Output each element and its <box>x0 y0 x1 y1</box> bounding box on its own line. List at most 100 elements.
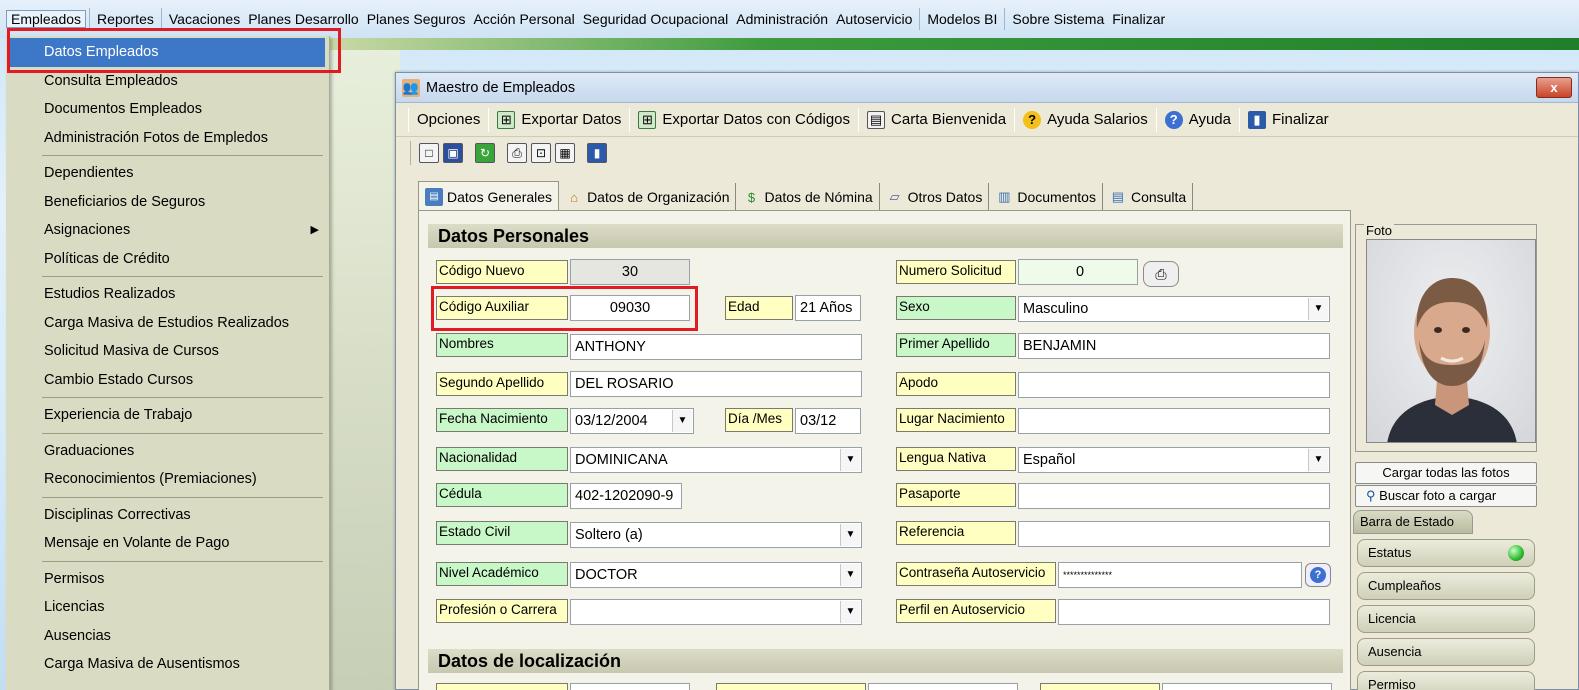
barra-estado-tab[interactable]: Barra de Estado <box>1353 510 1473 534</box>
pasaporte-field[interactable] <box>1018 483 1330 509</box>
field-partial[interactable] <box>868 683 1018 690</box>
chevron-down-icon[interactable]: ▼ <box>1308 298 1328 320</box>
close-button[interactable]: x <box>1536 77 1572 98</box>
menu-modelos-bi[interactable]: Modelos BI <box>923 11 1001 27</box>
dia-mes-field[interactable]: 03/12 <box>795 408 861 434</box>
status-ausencia[interactable]: Ausencia <box>1357 638 1535 666</box>
menu-planes-desarrollo[interactable]: Planes Desarrollo <box>244 11 363 27</box>
status-cumpleanos[interactable]: Cumpleaños <box>1357 572 1535 600</box>
menu-item-reconocimientos[interactable]: Reconocimientos (Premiaciones) <box>6 465 329 494</box>
menu-seguridad-ocupacional[interactable]: Seguridad Ocupacional <box>579 11 733 27</box>
profesion-select[interactable]: ▼ <box>570 599 862 625</box>
estado-civil-select[interactable]: Soltero (a) ▼ <box>570 522 862 548</box>
sexo-select[interactable]: Masculino ▼ <box>1018 296 1330 322</box>
menu-item-politicas-credito[interactable]: Políticas de Crédito <box>6 245 329 274</box>
foto-label: Foto <box>1364 223 1395 238</box>
chevron-down-icon[interactable]: ▼ <box>1308 449 1328 471</box>
label-contrasena-autoservicio: Contraseña Autoservicio <box>896 562 1056 586</box>
numero-solicitud-field[interactable]: 0 <box>1018 259 1138 285</box>
exportar-datos-button[interactable]: ⊞ Exportar Datos <box>489 110 629 129</box>
nacionalidad-select[interactable]: DOMINICANA ▼ <box>570 447 862 473</box>
primer-apellido-field[interactable]: BENJAMIN <box>1018 333 1330 359</box>
menu-item-experiencia-trabajo[interactable]: Experiencia de Trabajo <box>6 401 329 430</box>
menu-item-dependientes[interactable]: Dependientes <box>6 159 329 188</box>
status-permiso[interactable]: Permiso <box>1357 671 1535 690</box>
print-preview-icon[interactable]: ⊡ <box>531 143 551 163</box>
referencia-field[interactable] <box>1018 521 1330 547</box>
perfil-autoservicio-field[interactable] <box>1058 599 1330 625</box>
status-licencia[interactable]: Licencia <box>1357 605 1535 633</box>
chevron-down-icon[interactable]: ▼ <box>840 564 860 586</box>
tab-datos-organizacion[interactable]: ⌂ Datos de Organización <box>559 183 737 211</box>
new-document-icon[interactable]: □ <box>419 143 439 163</box>
finalizar-button[interactable]: ▮ Finalizar <box>1240 110 1337 129</box>
tab-documentos[interactable]: ▥ Documentos <box>989 183 1103 211</box>
menu-item-mensaje-volante[interactable]: Mensaje en Volante de Pago <box>6 529 329 558</box>
codigo-nuevo-field[interactable]: 30 <box>570 259 690 285</box>
tab-datos-nomina[interactable]: $ Datos de Nómina <box>736 183 880 211</box>
chevron-down-icon[interactable]: ▼ <box>840 449 860 471</box>
chevron-down-icon[interactable]: ▼ <box>840 524 860 546</box>
cedula-field[interactable]: 402-1202090-9 <box>570 483 682 509</box>
password-help-button[interactable]: ? <box>1305 563 1331 587</box>
tab-consulta[interactable]: ▤ Consulta <box>1103 183 1194 211</box>
print-button[interactable]: ⎙ <box>1143 261 1179 287</box>
menu-autoservicio[interactable]: Autoservicio <box>832 11 916 27</box>
menu-item-disciplinas-correctivas[interactable]: Disciplinas Correctivas <box>6 501 329 530</box>
sexo-value: Masculino <box>1023 301 1089 317</box>
menu-item-ausencias[interactable]: Ausencias <box>6 622 329 651</box>
binoculars-icon: ⚲ <box>1366 488 1376 503</box>
menu-item-carga-masiva-estudios[interactable]: Carga Masiva de Estudios Realizados <box>6 309 329 338</box>
carta-bienvenida-button[interactable]: ▤ Carta Bienvenida <box>859 110 1014 129</box>
nombres-field[interactable]: ANTHONY <box>570 334 862 360</box>
opciones-button[interactable]: Opciones <box>409 111 488 128</box>
menu-item-estudios-realizados[interactable]: Estudios Realizados <box>6 280 329 309</box>
save-icon[interactable]: ▣ <box>443 143 463 163</box>
menu-finalizar[interactable]: Finalizar <box>1108 11 1169 27</box>
tab-otros-datos[interactable]: ▱ Otros Datos <box>880 183 990 211</box>
menu-item-solicitud-masiva-cursos[interactable]: Solicitud Masiva de Cursos <box>6 337 329 366</box>
tab-datos-generales[interactable]: ▤ Datos Generales <box>418 181 560 211</box>
ayuda-salarios-button[interactable]: ? Ayuda Salarios <box>1015 110 1156 129</box>
segundo-apellido-field[interactable]: DEL ROSARIO <box>570 371 862 397</box>
menu-empleados[interactable]: Empleados <box>6 10 87 28</box>
menu-accion-personal[interactable]: Acción Personal <box>470 11 579 27</box>
field-partial[interactable] <box>1162 683 1332 690</box>
apodo-field[interactable] <box>1018 372 1330 398</box>
edad-field[interactable]: 21 Años <box>795 295 861 321</box>
menu-item-asignaciones[interactable]: Asignaciones ▶ <box>6 216 329 245</box>
menu-administracion[interactable]: Administración <box>732 11 832 27</box>
menu-item-licencias[interactable]: Licencias <box>6 593 329 622</box>
menu-vacaciones[interactable]: Vacaciones <box>165 11 244 27</box>
nivel-academico-select[interactable]: DOCTOR ▼ <box>570 562 862 588</box>
label-referencia: Referencia <box>896 521 1016 545</box>
menu-planes-seguros[interactable]: Planes Seguros <box>363 11 470 27</box>
lugar-nacimiento-field[interactable] <box>1018 408 1330 434</box>
exportar-codigos-button[interactable]: ⊞ Exportar Datos con Códigos <box>630 110 858 129</box>
field-partial[interactable] <box>570 683 690 690</box>
report-icon[interactable]: ▦ <box>555 143 575 163</box>
cargar-todas-fotos-button[interactable]: Cargar todas las fotos <box>1355 462 1537 484</box>
menu-reportes[interactable]: Reportes <box>93 11 158 27</box>
chevron-down-icon[interactable]: ▼ <box>840 601 860 623</box>
contrasena-field[interactable]: ************** <box>1058 562 1302 588</box>
menu-sobre-sistema[interactable]: Sobre Sistema <box>1008 11 1108 27</box>
status-estatus[interactable]: Estatus <box>1357 539 1535 567</box>
chevron-down-icon[interactable]: ▼ <box>672 410 692 432</box>
refresh-icon[interactable]: ↻ <box>475 143 495 163</box>
tab-otros-datos-label: Otros Datos <box>907 189 983 205</box>
menu-item-graduaciones[interactable]: Graduaciones <box>6 437 329 466</box>
menu-item-cambio-estado-cursos[interactable]: Cambio Estado Cursos <box>6 366 329 395</box>
exit-icon[interactable]: ▮ <box>587 143 607 163</box>
menu-item-permisos[interactable]: Permisos <box>6 565 329 594</box>
print-icon[interactable]: ⎙ <box>507 143 527 163</box>
estado-civil-value: Soltero (a) <box>575 527 643 543</box>
fecha-nacimiento-picker[interactable]: 03/12/2004 ▼ <box>570 408 694 434</box>
buscar-foto-button[interactable]: ⚲ Buscar foto a cargar <box>1355 485 1537 507</box>
menu-item-beneficiarios[interactable]: Beneficiarios de Seguros <box>6 188 329 217</box>
lengua-nativa-select[interactable]: Español ▼ <box>1018 447 1330 473</box>
menu-item-administracion-fotos[interactable]: Administración Fotos de Empledos <box>6 124 329 153</box>
ayuda-button[interactable]: ? Ayuda <box>1157 110 1239 129</box>
menu-item-carga-masiva-ausentismos[interactable]: Carga Masiva de Ausentismos <box>6 650 329 679</box>
menu-item-documentos-empleados[interactable]: Documentos Empleados <box>6 95 329 124</box>
